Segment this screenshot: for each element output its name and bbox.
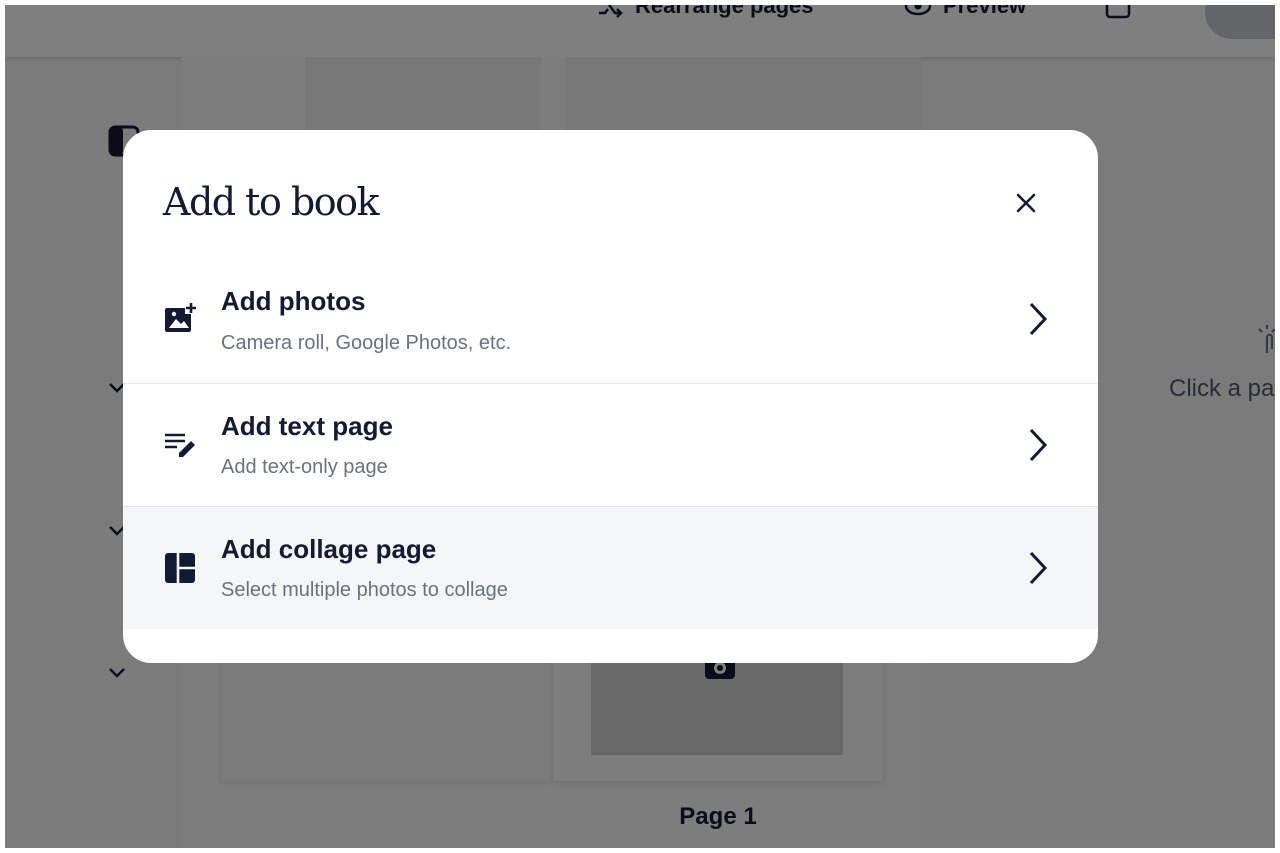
close-button[interactable] — [1008, 185, 1044, 221]
collage-icon — [165, 553, 195, 583]
option-subtitle: Add text-only page — [221, 456, 388, 478]
chevron-right-icon — [1029, 302, 1048, 336]
chevron-right-icon — [1029, 428, 1048, 462]
dialog-title: Add to book — [163, 180, 380, 224]
add-collage-page-option[interactable]: Add collage page Select multiple photos … — [123, 506, 1098, 629]
edit-text-icon — [165, 433, 195, 457]
add-to-book-dialog: Add to book Add photos Camera roll, Goog… — [123, 130, 1098, 663]
option-subtitle: Select multiple photos to collage — [221, 579, 508, 601]
add-photo-icon — [165, 302, 197, 332]
option-title: Add text page — [221, 411, 393, 441]
option-title: Add photos — [221, 286, 366, 316]
add-photos-option[interactable]: Add photos Camera roll, Google Photos, e… — [123, 260, 1098, 383]
add-text-page-option[interactable]: Add text page Add text-only page — [123, 383, 1098, 506]
close-icon — [1016, 193, 1036, 213]
app-frame: Rearrange pages Preview — [5, 5, 1275, 848]
chevron-right-icon — [1029, 551, 1048, 585]
option-title: Add collage page — [221, 534, 437, 564]
option-subtitle: Camera roll, Google Photos, etc. — [221, 332, 512, 354]
